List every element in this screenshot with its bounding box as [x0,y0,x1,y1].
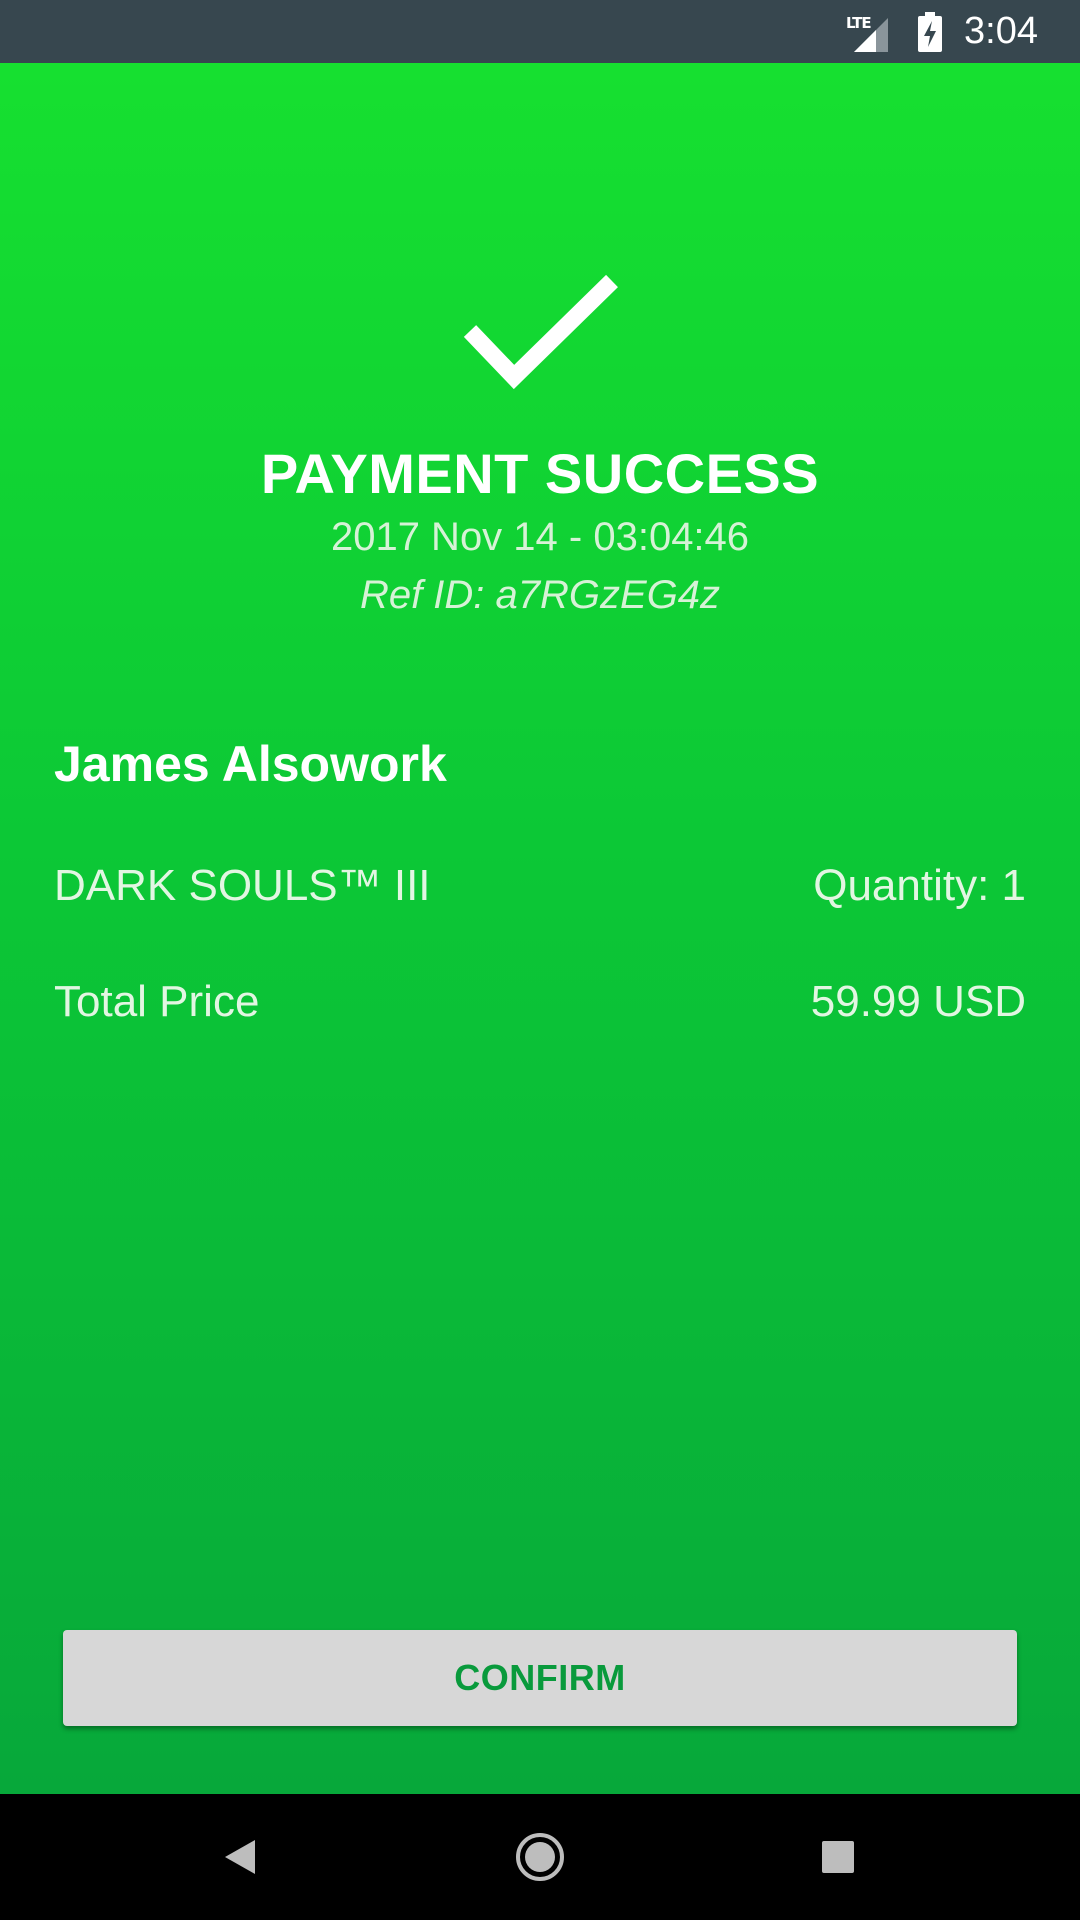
system-nav-bar [0,1794,1080,1920]
payment-result-panel: PAYMENT SUCCESS 2017 Nov 14 - 03:04:46 R… [0,63,1080,1794]
recents-button[interactable] [798,1794,878,1920]
product-name: DARK SOULS™ III [54,861,431,910]
payment-timestamp: 2017 Nov 14 - 03:04:46 [330,515,750,559]
total-price-value: 59.99 USD [810,977,1026,1026]
back-button[interactable] [200,1794,280,1920]
status-clock: 3:04 [964,10,1038,52]
payment-status-title: PAYMENT SUCCESS [260,442,820,505]
payment-success-screen: LTE 3:04 PAYMENT SUCCESS 2017 Nov 14 - 0… [0,0,1080,1920]
back-icon [225,1840,255,1874]
confirm-button[interactable]: CONFIRM [63,1630,1017,1726]
lte-signal-icon: LTE [846,12,896,52]
customer-name: James Alsowork [54,736,447,792]
home-icon [516,1833,564,1881]
payment-ref-id: Ref ID: a7RGzEG4z [359,573,721,617]
product-quantity: Quantity: 1 [813,861,1026,910]
total-price-label: Total Price [54,977,260,1026]
check-icon [463,274,618,390]
status-icons: LTE 3:04 [846,0,1038,63]
home-button[interactable] [500,1794,580,1920]
battery-charging-icon [918,11,943,52]
recents-icon [822,1841,854,1873]
total-price-row: Total Price 59.99 USD [54,977,1026,1033]
order-item-row: DARK SOULS™ III Quantity: 1 [54,861,1026,917]
status-bar: LTE 3:04 [0,0,1080,63]
